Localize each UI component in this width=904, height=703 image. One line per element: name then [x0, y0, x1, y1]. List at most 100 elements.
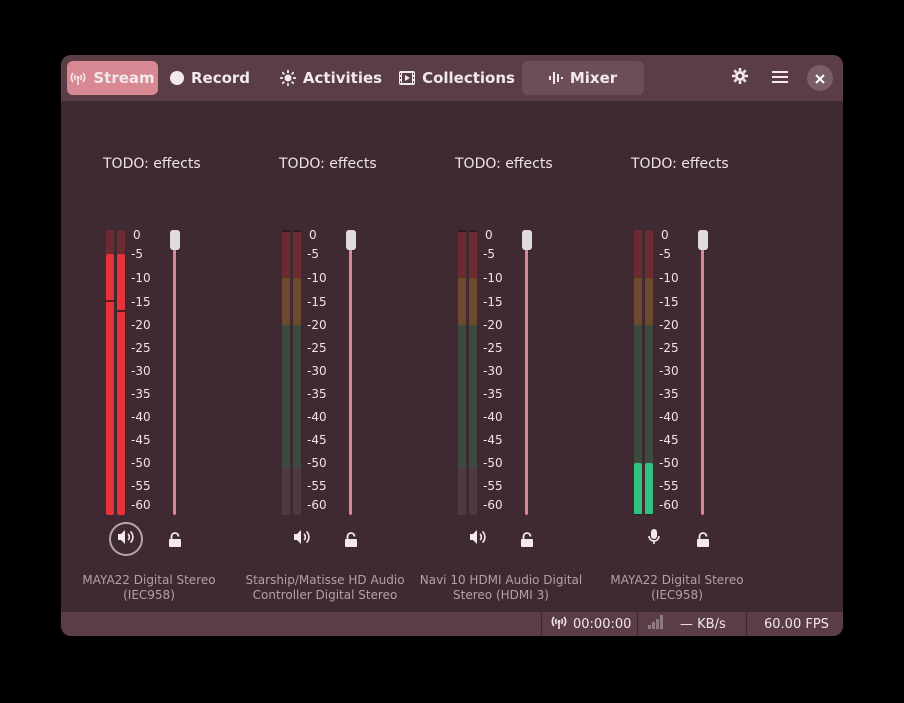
- mixer-strip: TODO: effects 0 -5 -10 -15 -20 -25 -30 -35 -40 -45…: [413, 101, 583, 612]
- stream-time: 00:00:00: [551, 612, 631, 636]
- scale-label: -35: [131, 387, 151, 401]
- volume-slider-track[interactable]: [173, 242, 176, 515]
- hamburger-icon: [772, 69, 788, 88]
- meter-segment: [293, 230, 301, 278]
- mute-microphone-button[interactable]: [638, 523, 670, 555]
- scale-label: -55: [659, 479, 679, 493]
- meter-segment: [458, 467, 466, 515]
- scale-label: -60: [131, 498, 151, 512]
- scale-label: -15: [659, 295, 679, 309]
- speaker-icon: [469, 529, 487, 549]
- level-meter-right: [293, 230, 301, 515]
- tab-mixer[interactable]: Mixer: [522, 61, 644, 95]
- scale-label: -5: [659, 247, 671, 261]
- volume-slider-track[interactable]: [525, 242, 528, 515]
- lock-icon[interactable]: [696, 532, 710, 548]
- status-divider: [541, 612, 542, 636]
- mute-speaker-button[interactable]: [286, 523, 318, 555]
- scale-label: -15: [307, 295, 327, 309]
- scale-label: -30: [307, 364, 327, 378]
- tab-mixer-label: Mixer: [569, 69, 618, 87]
- lock-icon[interactable]: [344, 532, 358, 548]
- level-meter-left: [106, 230, 114, 515]
- lock-icon[interactable]: [520, 532, 534, 548]
- close-icon: [815, 69, 825, 88]
- scale-label: -5: [307, 247, 319, 261]
- tab-activities[interactable]: Activities: [279, 61, 383, 95]
- volume-slider-track[interactable]: [701, 242, 704, 515]
- mute-speaker-button[interactable]: [462, 523, 494, 555]
- status-divider: [637, 612, 638, 636]
- scale-label: 0: [485, 228, 493, 242]
- peak-indicator: [469, 230, 477, 232]
- gear-icon: [731, 67, 749, 89]
- scale-label: -40: [307, 410, 327, 424]
- scale-label: -45: [659, 433, 679, 447]
- volume-slider-handle[interactable]: [522, 230, 532, 250]
- scale-label: -40: [131, 410, 151, 424]
- meter-segment: [469, 325, 477, 468]
- app-window: Stream Record Activities Collections Mix…: [61, 55, 843, 636]
- fps-counter: 60.00 FPS: [764, 612, 829, 636]
- level-meter-right: [117, 230, 125, 515]
- volume-slider-track[interactable]: [349, 242, 352, 515]
- speaker-icon: [293, 529, 311, 549]
- header-bar: Stream Record Activities Collections Mix…: [61, 55, 843, 101]
- scale-label: -10: [483, 271, 503, 285]
- device-name: Navi 10 HDMI Audio Digital Stereo (HDMI …: [419, 573, 583, 602]
- scale-label: -10: [131, 271, 151, 285]
- scale-label: -60: [307, 498, 327, 512]
- scale-label: -35: [483, 387, 503, 401]
- scale-label: -5: [483, 247, 495, 261]
- antenna-icon: [551, 614, 567, 634]
- volume-slider-handle[interactable]: [346, 230, 356, 250]
- tab-collections[interactable]: Collections: [399, 61, 515, 95]
- volume-slider-handle[interactable]: [698, 230, 708, 250]
- tab-stream[interactable]: Stream: [67, 61, 158, 95]
- sun-icon: [279, 70, 296, 86]
- scale-label: -60: [483, 498, 503, 512]
- peak-indicator: [117, 309, 125, 312]
- meter-segment: [282, 325, 290, 468]
- tab-record[interactable]: Record: [165, 61, 255, 95]
- scale-label: -45: [131, 433, 151, 447]
- tab-activities-label: Activities: [302, 69, 383, 87]
- scale-label: 0: [133, 228, 141, 242]
- peak-indicator: [458, 230, 466, 232]
- device-name: Starship/Matisse HD Audio Controller Dig…: [245, 573, 405, 602]
- stream-time-value: 00:00:00: [573, 616, 632, 632]
- meter-fill: [634, 462, 642, 515]
- meter-segment: [469, 230, 477, 278]
- tab-stream-label: Stream: [93, 69, 155, 87]
- meter-segment: [293, 325, 301, 468]
- scale-label: -20: [131, 318, 151, 332]
- settings-button[interactable]: [727, 65, 753, 91]
- meter-segment: [634, 230, 642, 278]
- scale-label: -35: [659, 387, 679, 401]
- record-dot-icon: [169, 71, 184, 85]
- bitrate-value: — KB/s: [680, 616, 726, 632]
- meter-segment: [645, 325, 653, 468]
- mixer-strip: TODO: effects 0 -5 -10 -15 -20 -25 -30 -35 -40 -45…: [237, 101, 407, 612]
- scale-label: -30: [659, 364, 679, 378]
- scale-label: -50: [131, 456, 151, 470]
- mute-speaker-button[interactable]: [109, 522, 143, 556]
- meter-segment: [293, 277, 301, 325]
- peak-indicator: [282, 230, 290, 232]
- peak-indicator: [293, 230, 301, 232]
- menu-button[interactable]: [767, 65, 793, 91]
- microphone-icon: [647, 529, 661, 549]
- status-bar: 00:00:00 — KB/s 60.00 FPS: [61, 612, 843, 636]
- lock-icon[interactable]: [168, 532, 182, 548]
- bitrate: — KB/s: [648, 612, 726, 636]
- volume-slider-handle[interactable]: [170, 230, 180, 250]
- mixer-strip: TODO: effects 0 -5 -10 -15 -20 -25 -30 -35 -40 -45…: [589, 101, 759, 612]
- antenna-icon: [70, 70, 86, 86]
- scale-label: -30: [131, 364, 151, 378]
- meter-segment: [458, 277, 466, 325]
- peak-indicator: [634, 514, 642, 515]
- meter-segment: [282, 230, 290, 278]
- close-button[interactable]: [807, 65, 833, 91]
- scale-label: -55: [131, 479, 151, 493]
- scale-label: -20: [307, 318, 327, 332]
